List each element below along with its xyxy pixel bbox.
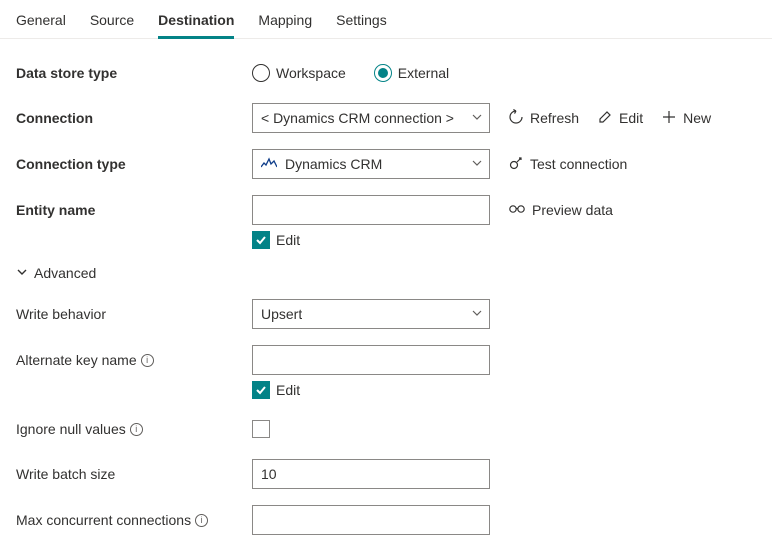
alternate-key-edit-label: Edit [276, 382, 300, 398]
label-max-concurrent-connections-text: Max concurrent connections [16, 512, 191, 528]
plus-icon [661, 109, 677, 128]
label-alternate-key-name: Alternate key name i [16, 352, 252, 368]
connection-select[interactable]: < Dynamics CRM connection > [252, 103, 490, 133]
label-max-concurrent-connections: Max concurrent connections i [16, 512, 252, 528]
chevron-down-icon [471, 306, 483, 322]
alternate-key-input[interactable] [261, 346, 481, 374]
entity-name-edit-checkbox[interactable] [252, 231, 270, 249]
entity-name-edit-label: Edit [276, 232, 300, 248]
connection-select-value: < Dynamics CRM connection > [261, 110, 454, 126]
form-panel: Data store type Workspace External Conne… [0, 39, 772, 555]
radio-workspace-label: Workspace [276, 65, 346, 81]
label-data-store-type: Data store type [16, 65, 252, 81]
preview-icon [508, 202, 526, 219]
chevron-down-icon [471, 110, 483, 126]
ignore-null-checkbox[interactable] [252, 420, 270, 438]
write-batch-size-input[interactable] [261, 460, 481, 488]
connection-type-value: Dynamics CRM [285, 156, 382, 172]
label-write-batch-size: Write batch size [16, 466, 252, 482]
refresh-label: Refresh [530, 110, 579, 126]
label-ignore-null-values-text: Ignore null values [16, 421, 126, 437]
refresh-button[interactable]: Refresh [508, 109, 579, 128]
chevron-down-icon [16, 265, 28, 281]
advanced-section-toggle[interactable]: Advanced [16, 265, 756, 281]
max-concurrent-input[interactable] [261, 506, 481, 534]
chevron-down-icon [471, 156, 483, 172]
tab-destination[interactable]: Destination [158, 8, 234, 39]
preview-data-button[interactable]: Preview data [508, 202, 613, 219]
info-icon[interactable]: i [130, 423, 143, 436]
preview-data-label: Preview data [532, 202, 613, 218]
write-behavior-value: Upsert [261, 306, 302, 322]
label-entity-name: Entity name [16, 202, 252, 218]
test-connection-button[interactable]: Test connection [508, 155, 627, 174]
tab-settings[interactable]: Settings [336, 8, 387, 39]
tab-general[interactable]: General [16, 8, 66, 39]
dynamics-crm-icon [261, 156, 277, 172]
info-icon[interactable]: i [141, 354, 154, 367]
label-write-behavior: Write behavior [16, 306, 252, 322]
alternate-key-edit-checkbox[interactable] [252, 381, 270, 399]
edit-label: Edit [619, 110, 643, 126]
entity-name-input[interactable] [261, 196, 481, 224]
write-batch-size-input-wrap [252, 459, 490, 489]
new-label: New [683, 110, 711, 126]
label-ignore-null-values: Ignore null values i [16, 421, 252, 437]
test-connection-label: Test connection [530, 156, 627, 172]
refresh-icon [508, 109, 524, 128]
pencil-icon [597, 109, 613, 128]
radio-workspace[interactable]: Workspace [252, 64, 346, 82]
max-concurrent-input-wrap [252, 505, 490, 535]
test-connection-icon [508, 155, 524, 174]
tab-mapping[interactable]: Mapping [258, 8, 312, 39]
entity-name-input-wrap [252, 195, 490, 225]
connection-type-select[interactable]: Dynamics CRM [252, 149, 490, 179]
radio-circle-icon [374, 64, 392, 82]
tab-source[interactable]: Source [90, 8, 134, 39]
label-connection-type: Connection type [16, 156, 252, 172]
alternate-key-input-wrap [252, 345, 490, 375]
new-button[interactable]: New [661, 109, 711, 128]
info-icon[interactable]: i [195, 514, 208, 527]
edit-button[interactable]: Edit [597, 109, 643, 128]
advanced-label: Advanced [34, 265, 96, 281]
label-alternate-key-name-text: Alternate key name [16, 352, 137, 368]
tab-bar: General Source Destination Mapping Setti… [0, 0, 772, 39]
label-connection: Connection [16, 110, 252, 126]
write-behavior-select[interactable]: Upsert [252, 299, 490, 329]
radio-external[interactable]: External [374, 64, 449, 82]
radio-external-label: External [398, 65, 449, 81]
radio-circle-icon [252, 64, 270, 82]
